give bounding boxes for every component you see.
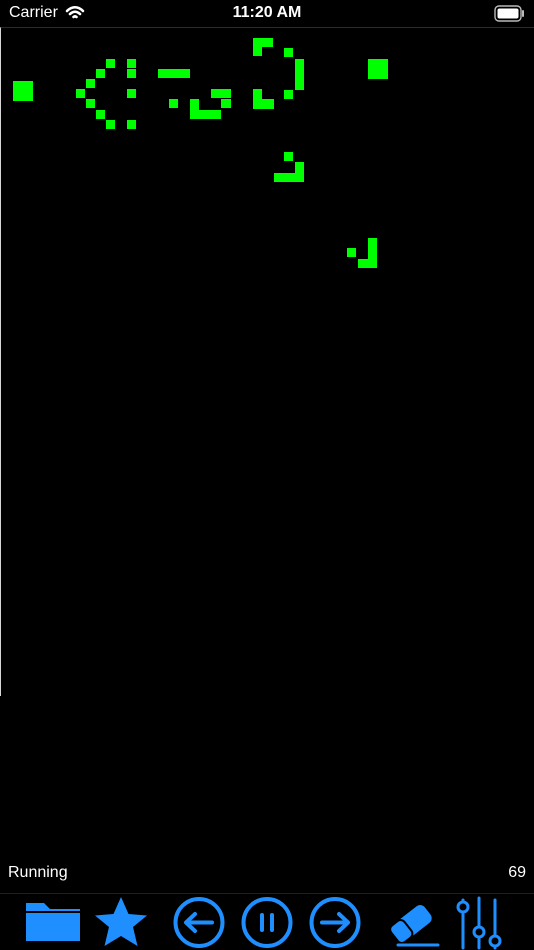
favorites-button[interactable] [90, 894, 152, 950]
live-cell [106, 120, 115, 129]
live-cell [295, 59, 304, 90]
live-cell [127, 89, 136, 98]
status-row: Running 69 [0, 864, 534, 888]
live-cell [199, 110, 221, 119]
live-cell [284, 152, 293, 161]
live-cell [86, 99, 95, 108]
step-forward-button[interactable] [304, 894, 366, 950]
clock: 11:20 AM [232, 4, 302, 21]
status-bar: Carrier 11:20 AM [0, 0, 534, 27]
step-back-button[interactable] [168, 894, 230, 950]
live-cell [358, 259, 368, 268]
bottom-toolbar [0, 893, 534, 950]
live-cell [190, 99, 199, 119]
simulation-status: Running [8, 864, 68, 881]
live-cell [211, 89, 231, 98]
live-cell [284, 90, 293, 99]
cell-canvas[interactable] [1, 28, 534, 696]
settings-button[interactable] [450, 894, 512, 950]
live-cell [86, 79, 95, 88]
circle-arrow-left-icon [173, 897, 225, 948]
live-cell [253, 89, 262, 109]
live-cell [295, 162, 304, 182]
live-cell [284, 48, 293, 57]
star-icon [95, 897, 147, 946]
live-cell [96, 69, 105, 78]
live-cell [221, 99, 231, 108]
live-cell [253, 38, 273, 47]
sliders-icon [456, 896, 502, 950]
generation-count: 69 [508, 864, 526, 881]
live-cell [13, 81, 33, 101]
live-cell [253, 47, 262, 56]
wifi-icon [65, 5, 85, 19]
folder-button[interactable] [22, 894, 84, 950]
eraser-icon [389, 905, 440, 947]
life-grid[interactable] [0, 27, 534, 696]
live-cell [158, 69, 190, 78]
live-cell [76, 89, 85, 98]
pause-button[interactable] [236, 894, 298, 950]
live-cell [127, 120, 136, 129]
live-cell [127, 69, 136, 78]
clear-button[interactable] [382, 894, 444, 950]
folder-icon [26, 903, 80, 941]
carrier-label: Carrier [9, 4, 58, 21]
live-cell [368, 238, 377, 268]
pause-circle-icon [241, 897, 293, 948]
live-cell [106, 59, 115, 68]
live-cell [274, 173, 295, 182]
screen: Carrier 11:20 AM Running 69 [0, 0, 534, 950]
live-cell [347, 248, 356, 257]
live-cell [368, 59, 388, 79]
live-cell [169, 99, 178, 108]
live-cell [262, 99, 274, 109]
battery-icon [494, 5, 524, 22]
live-cell [127, 59, 136, 68]
live-cell [96, 110, 105, 119]
circle-arrow-right-icon [309, 897, 361, 948]
